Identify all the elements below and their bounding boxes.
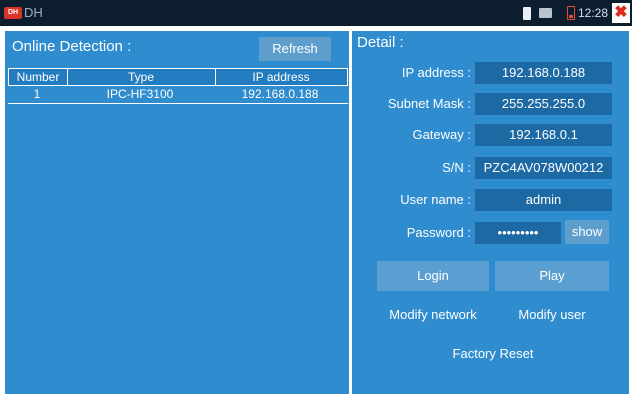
status-bar: DH DH 12:28 PM ✖: [0, 0, 632, 26]
detail-title: Detail :: [357, 34, 404, 51]
column-header-number[interactable]: Number: [9, 69, 68, 85]
cell-number: 1: [33, 87, 41, 101]
serial-number-label: S/N :: [442, 160, 471, 175]
cell-ip: 192.168.0.188: [241, 87, 319, 101]
refresh-button[interactable]: Refresh: [259, 37, 331, 61]
ip-address-field[interactable]: 192.168.0.188: [475, 62, 612, 84]
play-button[interactable]: Play: [495, 261, 609, 291]
online-detection-panel: Online Detection : Refresh Number Type I…: [5, 31, 349, 394]
app-logo: DH: [4, 7, 22, 19]
table-row[interactable]: 1 IPC-HF3100 192.168.0.188: [8, 86, 348, 104]
show-password-button[interactable]: show: [565, 220, 609, 244]
modify-user-button[interactable]: Modify user: [495, 300, 609, 330]
modify-network-button[interactable]: Modify network: [377, 300, 489, 330]
app-title: DH: [24, 5, 43, 20]
low-battery-icon: [567, 6, 575, 20]
ip-address-label: IP address :: [401, 65, 471, 80]
close-icon[interactable]: ✖: [612, 3, 630, 23]
column-header-ip[interactable]: IP address: [215, 69, 347, 85]
password-field[interactable]: •••••••••: [475, 222, 561, 244]
login-button[interactable]: Login: [377, 261, 489, 291]
factory-reset-button[interactable]: Factory Reset: [377, 339, 609, 369]
cell-type: IPC-HF3100: [106, 87, 174, 101]
subnet-mask-label: Subnet Mask :: [387, 96, 471, 111]
monitor-icon: [539, 8, 552, 18]
gateway-field[interactable]: 192.168.0.1: [475, 124, 612, 146]
serial-number-field[interactable]: PZC4AV078W00212: [475, 157, 612, 179]
user-name-field[interactable]: admin: [475, 189, 612, 211]
user-name-label: User name :: [400, 192, 471, 207]
password-label: Password :: [406, 225, 471, 240]
detail-panel: Detail : IP address : 192.168.0.188 Subn…: [352, 31, 629, 394]
subnet-mask-field[interactable]: 255.255.255.0: [475, 93, 612, 115]
battery-icon: [523, 7, 531, 20]
gateway-label: Gateway :: [412, 127, 471, 142]
table-header: Number Type IP address: [8, 68, 348, 86]
online-detection-title: Online Detection :: [12, 38, 132, 55]
column-header-type[interactable]: Type: [67, 69, 216, 85]
